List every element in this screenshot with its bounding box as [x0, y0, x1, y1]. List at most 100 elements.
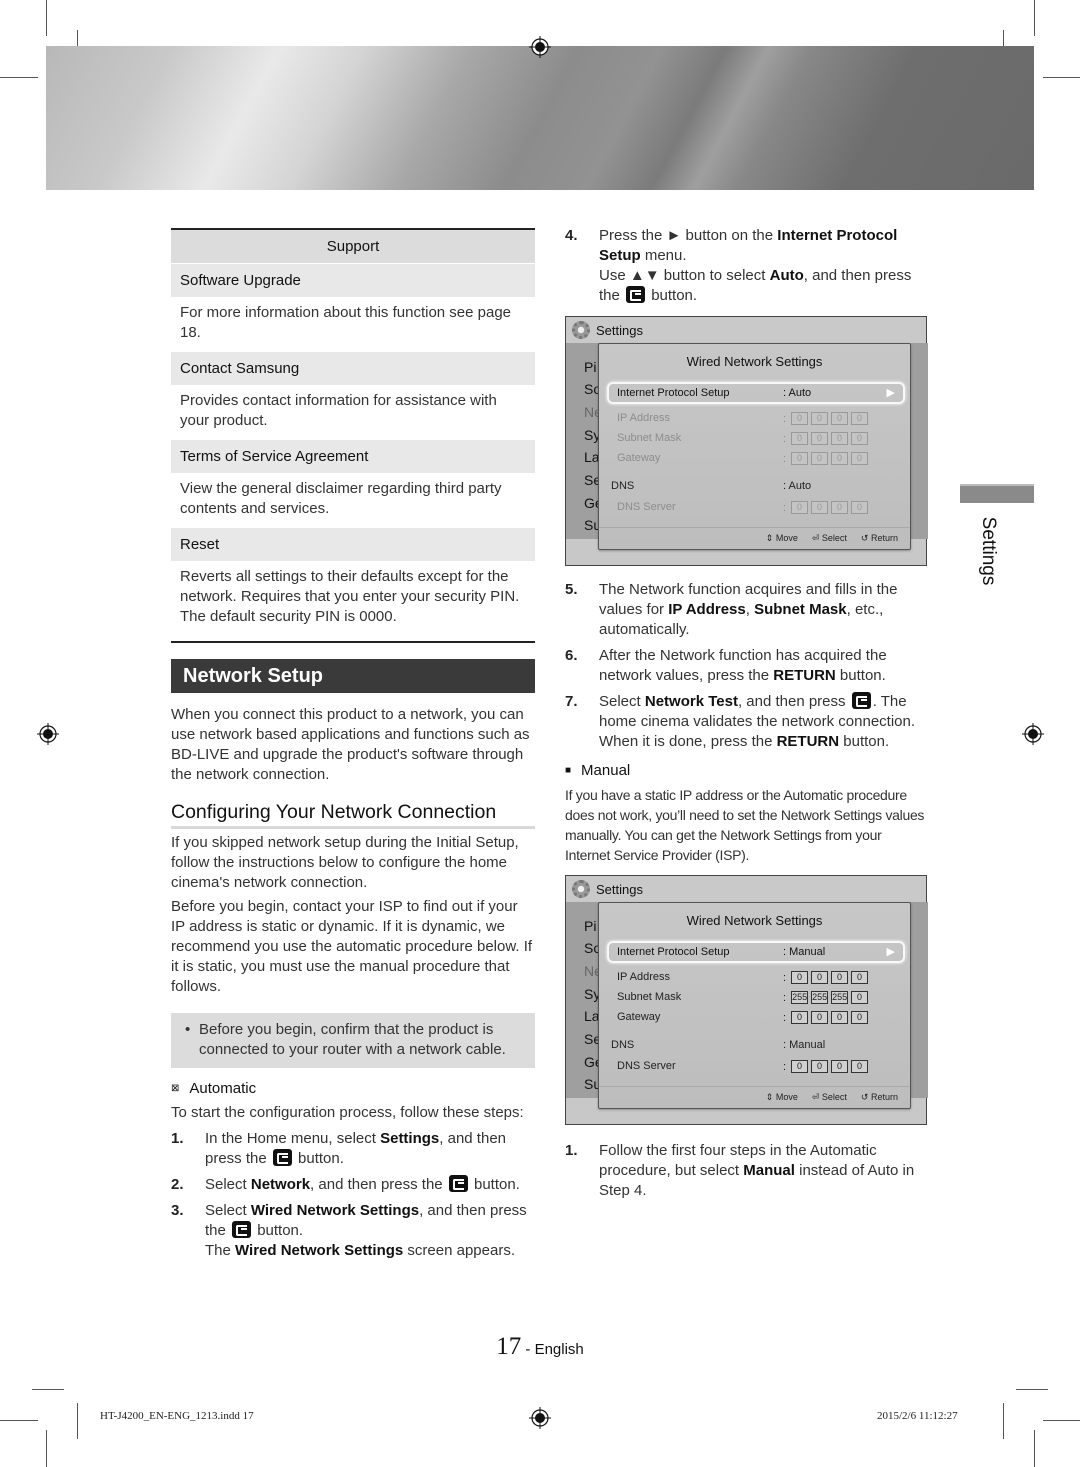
- step-number: 4.: [565, 227, 578, 244]
- step-item: 7. Select Network Test, and then press .…: [565, 692, 927, 752]
- updown-icon: ⇕: [765, 533, 774, 543]
- crop-mark: [1016, 1389, 1048, 1390]
- crop-mark: [46, 1430, 47, 1467]
- select-hint: ⏎ Select: [811, 533, 847, 543]
- header-banner: [46, 46, 1034, 190]
- paragraph: Before you begin, contact your ISP to fi…: [171, 898, 533, 995]
- wired-network-settings-dialog: Wired Network Settings Internet Protocol…: [598, 902, 911, 1109]
- step-text: Select Wired Network Settings, and then …: [205, 1202, 527, 1259]
- step-text: The Network function acquires and fills …: [599, 581, 898, 638]
- crop-mark: [1003, 1403, 1004, 1439]
- page-footer: 17 - English: [0, 1333, 1080, 1361]
- manual-heading: ■ Manual: [565, 762, 927, 779]
- dialog-footer: ⇕ Move ⏎ Select ↺ Return: [599, 527, 910, 549]
- enter-icon: ⏎: [811, 1092, 820, 1102]
- slug-timestamp: 2015/2/6 11:12:27: [877, 1410, 958, 1422]
- chapter-tab: [960, 484, 1034, 503]
- step-text: Select Network, and then press the butto…: [205, 1175, 520, 1193]
- section-title: Network Setup: [171, 659, 535, 693]
- dialog-title: Wired Network Settings: [686, 354, 823, 369]
- crop-mark: [1034, 1430, 1035, 1467]
- ip-setup-row[interactable]: Internet Protocol Setup : Manual ▶: [607, 941, 905, 963]
- support-table: Support Software Upgrade For more inform…: [171, 228, 535, 643]
- arrow-right-icon: ▶: [886, 387, 895, 399]
- ip-setup-row[interactable]: Internet Protocol Setup : Auto ▶: [607, 382, 905, 404]
- step-text: Press the ► button on the Internet Proto…: [599, 227, 912, 304]
- table-row-title: Contact Samsung: [171, 351, 535, 385]
- step-number: 1.: [565, 1142, 578, 1159]
- square-bullet-icon: ■: [565, 765, 572, 776]
- return-hint: ↺ Return: [860, 1092, 898, 1102]
- step-text: Follow the first four steps in the Autom…: [599, 1142, 915, 1199]
- crop-mark: [1034, 0, 1035, 36]
- registration-mark-icon: [529, 1407, 551, 1429]
- arrow-right-icon: ▶: [886, 946, 895, 958]
- table-row-title: Reset: [171, 527, 535, 561]
- note-text: Before you begin, confirm that the produ…: [199, 1021, 506, 1058]
- table-row-desc: For more information about this function…: [180, 304, 512, 341]
- return-hint: ↺ Return: [860, 533, 898, 543]
- registration-mark-icon: [1022, 723, 1044, 745]
- enter-button-icon: [626, 286, 646, 303]
- step-item: 6. After the Network function has acquir…: [565, 646, 927, 686]
- table-row-title: Terms of Service Agreement: [171, 439, 535, 473]
- select-hint: ⏎ Select: [811, 1092, 847, 1102]
- step-item: 1. In the Home menu, select Settings, an…: [171, 1129, 535, 1169]
- step-number: 5.: [565, 581, 578, 598]
- return-icon: ↺: [860, 533, 869, 543]
- crop-mark: [1043, 77, 1080, 78]
- step-number: 3.: [171, 1202, 184, 1219]
- crop-mark: [32, 1389, 64, 1390]
- step-text: Select Network Test, and then press . Th…: [599, 692, 916, 750]
- table-row-title: Software Upgrade: [171, 263, 535, 297]
- enter-button-icon: [272, 1149, 292, 1166]
- step-number: 7.: [565, 693, 578, 710]
- updown-icon: ⇕: [765, 1092, 774, 1102]
- right-column: 4. Press the ► button on the Internet Pr…: [565, 226, 928, 1207]
- square-bullet-icon: ⊠: [171, 1083, 180, 1094]
- crop-mark: [46, 0, 47, 36]
- chapter-label: Settings: [978, 516, 999, 586]
- table-header: Support: [171, 230, 535, 263]
- slug-filename: HT-J4200_EN-ENG_1213.indd 17: [100, 1410, 254, 1422]
- gear-icon: [572, 321, 590, 339]
- dialog-footer: ⇕ Move ⏎ Select ↺ Return: [599, 1086, 910, 1108]
- dialog-title: Wired Network Settings: [686, 913, 823, 928]
- step-number: 6.: [565, 647, 578, 664]
- step-number: 1.: [171, 1130, 184, 1147]
- registration-mark-icon: [37, 723, 59, 745]
- table-row-desc: View the general disclaimer regarding th…: [180, 480, 502, 517]
- paragraph: If you have a static IP address or the A…: [565, 787, 925, 863]
- enter-button-icon: [232, 1221, 252, 1238]
- wired-network-settings-dialog: Wired Network Settings Internet Protocol…: [598, 343, 911, 550]
- step-item: 5. The Network function acquires and fil…: [565, 580, 927, 640]
- registration-mark-icon: [529, 36, 551, 58]
- table-bottom-rule: [171, 641, 535, 643]
- step-list: 1. Follow the first four steps in the Au…: [565, 1141, 927, 1201]
- menu-item[interactable]: Pi: [584, 918, 596, 934]
- heading-text: Automatic: [189, 1080, 257, 1097]
- menu-item[interactable]: Pi: [584, 359, 596, 375]
- heading-text: Manual: [581, 762, 631, 779]
- gear-icon: [572, 880, 590, 898]
- crop-mark: [0, 77, 38, 78]
- tv-screen-auto: Settings Pi So Ne Sy La Se Ge Su Wired N…: [565, 316, 928, 566]
- intro-paragraph: When you connect this product to a netwo…: [171, 706, 530, 783]
- page-language: - English: [521, 1341, 584, 1358]
- step-list: 1. In the Home menu, select Settings, an…: [171, 1129, 535, 1261]
- crop-mark: [1043, 1420, 1080, 1421]
- step-list: 4. Press the ► button on the Internet Pr…: [565, 226, 927, 306]
- step-item: 3. Select Wired Network Settings, and th…: [171, 1201, 535, 1261]
- subsection-title: Configuring Your Network Connection: [171, 801, 535, 829]
- step-item: 1. Follow the first four steps in the Au…: [565, 1141, 927, 1201]
- screen-header: Settings: [566, 876, 926, 902]
- step-item: 2. Select Network, and then press the bu…: [171, 1175, 535, 1195]
- note-box: • Before you begin, confirm that the pro…: [171, 1013, 535, 1068]
- screen-header: Settings: [566, 317, 926, 343]
- crop-mark: [77, 1403, 78, 1439]
- paragraph: If you skipped network setup during the …: [171, 834, 519, 891]
- table-row-desc: Reverts all settings to their defaults e…: [180, 568, 520, 625]
- step-item: 4. Press the ► button on the Internet Pr…: [565, 226, 927, 306]
- enter-icon: ⏎: [811, 533, 820, 543]
- crop-mark: [0, 1420, 38, 1421]
